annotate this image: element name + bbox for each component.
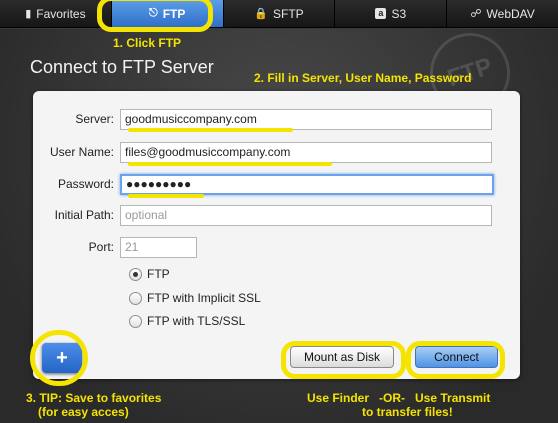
username-underline bbox=[128, 162, 332, 166]
highlight-mount-button bbox=[281, 341, 406, 379]
highlight-connect-button bbox=[406, 341, 505, 379]
port-row: Port: bbox=[33, 236, 197, 258]
lock-icon: 🔒 bbox=[254, 8, 268, 20]
page-title: Connect to FTP Server bbox=[30, 57, 214, 77]
tab-sftp[interactable]: 🔒 SFTP bbox=[224, 0, 336, 27]
tab-label: WebDAV bbox=[486, 6, 535, 21]
tab-s3[interactable]: a S3 bbox=[335, 0, 448, 27]
username-label: User Name: bbox=[49, 145, 114, 159]
port-input[interactable] bbox=[120, 236, 197, 258]
protocol-option-implicit-ssl[interactable]: FTP with Implicit SSL bbox=[129, 291, 261, 305]
annotation-bottom-line1: Use Finder -OR- Use Transmit bbox=[307, 391, 491, 405]
password-input[interactable] bbox=[120, 173, 494, 195]
tab-favorites[interactable]: ▮ Favorites bbox=[0, 0, 112, 27]
annotation-step3-line1: 3. TIP: Save to favorites bbox=[26, 391, 162, 405]
radio-button[interactable] bbox=[129, 267, 142, 281]
password-underline bbox=[128, 194, 204, 198]
annotation-step3-line2: (for easy acces) bbox=[38, 405, 129, 419]
radio-label: FTP bbox=[147, 267, 170, 281]
s3-icon: a bbox=[375, 8, 387, 19]
initial-path-input[interactable] bbox=[120, 204, 492, 226]
initial-path-row: Initial Path: bbox=[33, 204, 492, 226]
annotation-step2: 2. Fill in Server, User Name, Password bbox=[254, 71, 472, 85]
connection-form: Server: User Name: Password: Initial Pat… bbox=[33, 91, 520, 379]
initial-path-label: Initial Path: bbox=[54, 208, 114, 222]
radio-button[interactable] bbox=[129, 291, 142, 305]
protocol-option-tls-ssl[interactable]: FTP with TLS/SSL bbox=[129, 314, 245, 328]
radio-label: FTP with TLS/SSL bbox=[147, 314, 246, 328]
tab-webdav[interactable]: ☍ WebDAV bbox=[447, 0, 558, 27]
server-label: Server: bbox=[75, 112, 114, 126]
tab-bar: ▮ Favorites ⎋ FTP 🔒 SFTP a S3 ☍ WebDAV bbox=[0, 0, 558, 28]
bookmark-icon: ▮ bbox=[25, 8, 32, 20]
radio-button[interactable] bbox=[129, 314, 142, 328]
username-input[interactable] bbox=[120, 141, 492, 163]
highlight-add-button bbox=[30, 330, 88, 386]
radio-label: FTP with Implicit SSL bbox=[147, 291, 261, 305]
server-input[interactable] bbox=[120, 108, 492, 130]
annotation-step1: 1. Click FTP bbox=[113, 36, 182, 50]
server-underline bbox=[128, 128, 293, 132]
username-row: User Name: bbox=[33, 141, 492, 163]
port-label: Port: bbox=[88, 240, 114, 254]
server-row: Server: bbox=[33, 108, 492, 130]
tab-label: SFTP bbox=[273, 6, 304, 21]
protocol-option-ftp[interactable]: FTP bbox=[129, 267, 170, 281]
tab-label: Favorites bbox=[36, 6, 86, 21]
annotation-bottom-line2: to transfer files! bbox=[362, 405, 453, 419]
globe-icon: ☍ bbox=[470, 8, 482, 20]
password-label: Password: bbox=[57, 177, 114, 191]
password-row: Password: bbox=[33, 173, 494, 195]
tab-label: S3 bbox=[391, 6, 407, 21]
highlight-ftp-tab bbox=[97, 0, 213, 32]
